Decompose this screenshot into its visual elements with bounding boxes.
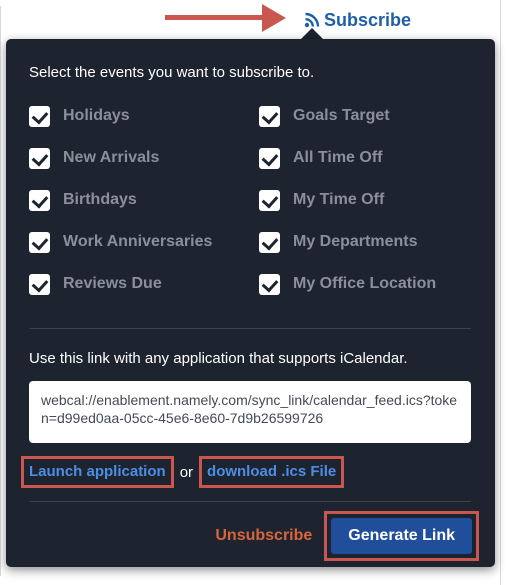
annotation-arrow — [165, 15, 267, 20]
checkbox-checked[interactable] — [259, 189, 280, 211]
subscribe-label: Subscribe — [324, 9, 412, 30]
annotation-arrow-head — [262, 4, 286, 32]
checkbox-checked[interactable] — [259, 273, 280, 295]
subscribe-popover: Select the events you want to subscribe … — [6, 39, 495, 567]
event-label: My Departments — [293, 233, 418, 250]
events-intro: Select the events you want to subscribe … — [29, 64, 315, 81]
unsubscribe-link[interactable]: Unsubscribe — [215, 527, 312, 545]
background-divider — [500, 0, 501, 585]
link-hint: Use this link with any application that … — [29, 350, 408, 367]
section-divider — [29, 328, 471, 329]
event-label: My Time Off — [293, 191, 385, 208]
event-reviews-due[interactable]: Reviews Due — [29, 273, 162, 295]
calendar-feed-url: webcal://enablement.namely.com/sync_link… — [41, 392, 458, 426]
checkbox-checked[interactable] — [259, 147, 280, 169]
event-my-departments[interactable]: My Departments — [259, 231, 417, 253]
event-label: Work Anniversaries — [63, 233, 213, 250]
section-divider — [29, 501, 471, 502]
download-ics-link[interactable]: download .ics File — [207, 463, 336, 480]
or-separator: or — [179, 463, 194, 481]
event-label: New Arrivals — [63, 149, 160, 166]
event-goals-target[interactable]: Goals Target — [259, 105, 390, 127]
checkbox-checked[interactable] — [29, 231, 50, 253]
feed-actions: Launch application or download .ics File — [21, 454, 345, 490]
generate-link-button[interactable]: Generate Link — [331, 518, 472, 554]
popover-footer: Unsubscribe Generate Link — [215, 510, 479, 562]
checkbox-checked[interactable] — [259, 105, 280, 127]
event-work-anniversaries[interactable]: Work Anniversaries — [29, 231, 212, 253]
launch-application-link[interactable]: Launch application — [29, 463, 166, 480]
event-label: Reviews Due — [63, 275, 162, 292]
event-all-time-off[interactable]: All Time Off — [259, 147, 383, 169]
checkbox-checked[interactable] — [29, 273, 50, 295]
checkbox-checked[interactable] — [29, 189, 50, 211]
annotation-highlight: download .ics File — [199, 456, 345, 488]
event-holidays[interactable]: Holidays — [29, 105, 130, 127]
event-my-time-off[interactable]: My Time Off — [259, 189, 384, 211]
event-birthdays[interactable]: Birthdays — [29, 189, 137, 211]
checkbox-checked[interactable] — [29, 147, 50, 169]
calendar-feed-url-field[interactable]: webcal://enablement.namely.com/sync_link… — [29, 381, 471, 443]
checkbox-checked[interactable] — [29, 105, 50, 127]
annotation-highlight: Generate Link — [324, 511, 479, 561]
event-label: All Time Off — [293, 149, 383, 166]
event-label: My Office Location — [293, 275, 437, 292]
event-label: Goals Target — [293, 107, 390, 124]
event-new-arrivals[interactable]: New Arrivals — [29, 147, 159, 169]
rss-icon — [304, 12, 320, 28]
event-label: Holidays — [63, 107, 130, 124]
background-divider — [0, 6, 1, 576]
annotation-highlight: Launch application — [21, 456, 174, 488]
event-my-office-location[interactable]: My Office Location — [259, 273, 436, 295]
event-label: Birthdays — [63, 191, 137, 208]
checkbox-checked[interactable] — [259, 231, 280, 253]
